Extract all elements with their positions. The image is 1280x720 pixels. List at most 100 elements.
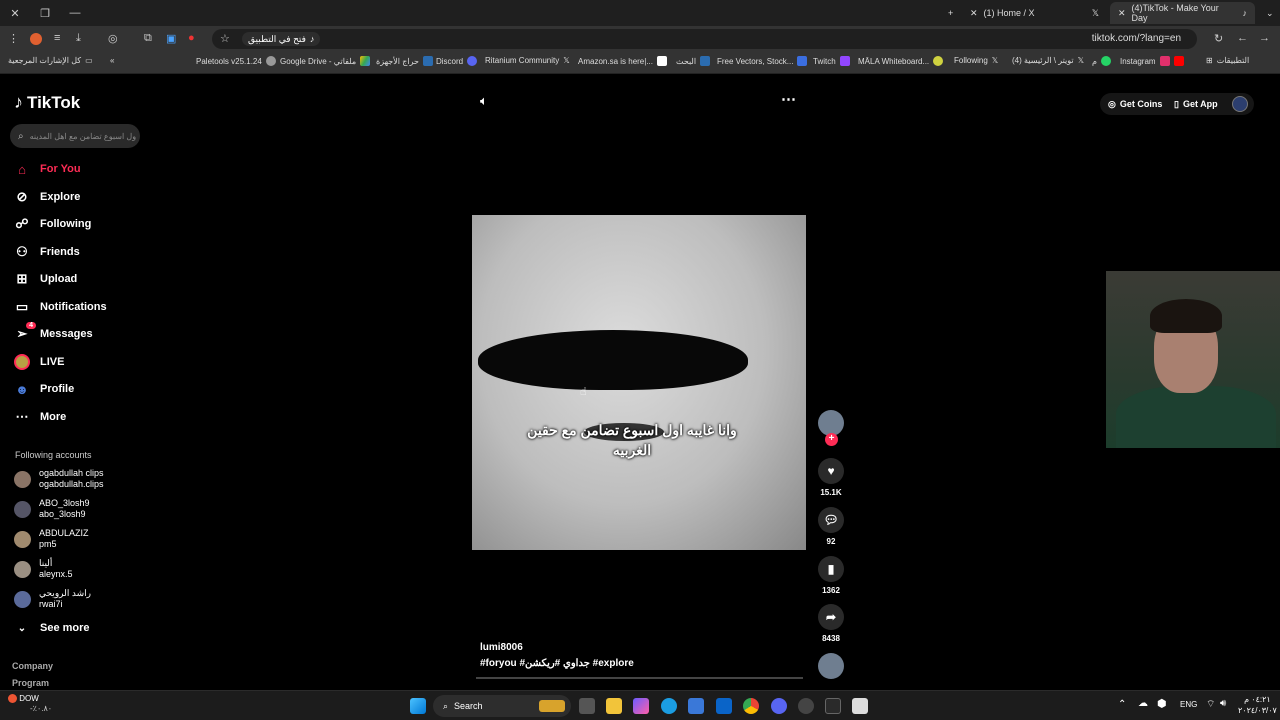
epic-games-icon[interactable] [825,698,841,714]
extension-red-icon[interactable]: ● [188,32,195,44]
discord-icon[interactable] [771,698,787,714]
bookmark-all[interactable]: كل الإشارات المرجعية ▭ [8,56,93,65]
share-button[interactable]: ➦ 8438 [818,604,844,643]
search-input[interactable]: ⌕ ول اسبوع تضامن مع اهل المدينه [10,124,140,148]
tab-tiktok[interactable]: ✕ (4)TikTok - Make Your Day ♪ [1110,2,1255,24]
video-progress-bar[interactable] [476,677,803,679]
tiktok-logo[interactable]: ♪ TikTok [14,92,80,113]
close-window-icon[interactable]: ✕ [0,0,30,26]
menu-dots-icon[interactable]: ⋮ [8,32,19,45]
bookmark-instagram[interactable]: Instagram [1120,56,1184,66]
bookmark-free-vectors[interactable]: Free Vectors, Stock... [717,56,808,66]
save-button[interactable]: ▮ 1362 [818,556,844,595]
tray-app-icon[interactable]: ⬢ [1157,697,1167,710]
edge-icon[interactable] [661,698,677,714]
user-avatar-button[interactable] [1226,93,1254,115]
follow-plus-icon[interactable]: + [825,433,838,446]
nav-following[interactable]: ☍ Following [14,216,91,232]
following-account[interactable]: راشد الرويحي rwai7i [14,588,91,610]
video-hashtags[interactable]: #foryou #جداوي #ريكشن #explore [480,658,634,669]
account-handle: rwai7i [39,599,63,609]
puzzle-icon[interactable]: ⧉ [144,32,152,45]
new-tab-button[interactable]: + [940,2,961,24]
screenshot-icon[interactable]: ◎ [108,32,118,45]
nav-explore[interactable]: ⊘ Explore [14,189,81,205]
comment-button[interactable]: 💬︎ 92 [818,507,844,546]
onedrive-icon[interactable]: ☁︎ [1138,698,1148,709]
nav-live[interactable]: LIVE [14,354,64,370]
bookmark-discord[interactable]: Discord [436,56,478,66]
volume-icon[interactable]: 🔈︎ [480,93,488,109]
file-explorer-icon[interactable] [606,698,622,714]
bookmark-amazon[interactable]: Amazon.sa is here|... [578,56,667,66]
copilot-icon[interactable] [633,698,649,714]
video-author[interactable]: lumi8006 [480,642,523,653]
nav-notifications[interactable]: ▭ Notifications [14,299,107,315]
following-account[interactable]: ABDULAZIZ pm5 [14,528,89,550]
creator-avatar-button[interactable]: + [818,410,844,446]
tab-search-icon[interactable]: ⌄ [1258,2,1280,24]
close-tab-icon[interactable]: ✕ [1118,8,1126,19]
snipping-tool-icon[interactable] [852,698,868,714]
omnibox[interactable]: ☆ فتح في التطبيق ♪ tiktok.com/?lang=en [212,29,1197,49]
bookmark-search[interactable]: البحث [676,56,711,66]
close-tab-icon[interactable]: ✕ [970,8,978,19]
bookmark-twitter-home[interactable]: (4) تويتر \ الرئيسية 𝕏 [1012,56,1084,65]
nav-for-you[interactable]: ⌂ For You [14,161,80,177]
reload-icon[interactable]: ↻ [1214,32,1223,45]
bookmark-star-icon[interactable]: ☆ [220,32,230,45]
twitch-icon [839,56,850,66]
minimize-window-icon[interactable]: — [60,0,90,26]
store-icon[interactable] [688,698,704,714]
see-more-button[interactable]: ⌄ See more [14,620,90,636]
tray-chevron-icon[interactable]: ⌃ [1118,699,1126,710]
bookmark-haraj[interactable]: حراج الأجهزة [376,56,433,66]
stock-widget[interactable]: DOW -٪٠.٨٠ [8,694,52,714]
clock[interactable]: ٠٤:٢١ م ٢٠٢٤/٠٣/٠٧ [1238,694,1277,716]
footer-company-link[interactable]: Company [12,661,53,671]
nav-more[interactable]: ⋯ More [14,409,67,425]
outlook-icon[interactable] [716,698,732,714]
extension-blue-icon[interactable]: ▣ [166,32,176,45]
volume-tray-icon[interactable]: 🔊︎ [1220,698,1226,709]
bookmark-whatsapp[interactable]: م [1092,56,1111,66]
bookmark-paletools[interactable]: Paletools v25.1.24 [196,56,276,66]
nav-profile[interactable]: ☻ Profile [14,381,74,397]
bookmark-apps[interactable]: ⊞ التطبيقات [1206,56,1249,65]
forward-icon[interactable]: → [1259,32,1270,44]
profile-avatar-icon[interactable] [30,33,42,45]
extensions-icon[interactable]: ≡ [54,32,60,44]
nav-friends[interactable]: ⚇ Friends [14,244,80,260]
restore-window-icon[interactable]: ❐ [30,0,60,26]
nav-upload[interactable]: ⊞ Upload [14,271,78,287]
get-app-button[interactable]: ▯ Get App [1166,93,1226,115]
taskbar-search[interactable]: ⌕ Search [433,695,571,717]
bookmark-twitch[interactable]: Twitch [813,56,850,66]
download-icon[interactable]: ⤓ [76,32,81,45]
obs-icon[interactable] [798,698,814,714]
bookmark-following[interactable]: Following 𝕏 [954,56,998,65]
windows-start-icon[interactable] [410,698,426,714]
mouse-cursor-icon: ☝︎ [580,386,587,398]
get-coins-button[interactable]: ◎ Get Coins [1100,93,1171,115]
video-player[interactable]: وانا غايبه اول اسبوع تضامن مع حقين الغرب… [472,215,806,550]
bookmark-google-drive[interactable]: Google Drive - ملفاتي [280,56,371,66]
bookmarks-overflow-icon[interactable]: « [110,56,114,65]
task-view-icon[interactable] [579,698,595,714]
language-indicator[interactable]: ENG [1180,700,1197,709]
nav-messages[interactable]: ➢ 4 Messages [14,322,93,342]
footer-program-link[interactable]: Program [12,678,49,688]
sound-disc-button[interactable] [818,653,844,683]
more-options-icon[interactable]: ⋯ [781,90,796,108]
following-account[interactable]: ABO_3losh9 abo_3losh9 [14,498,90,520]
following-account[interactable]: ألينا aleynx.5 [14,558,73,580]
like-button[interactable]: ♥ 15.1K [818,458,844,497]
bookmark-mala[interactable]: MĀLA Whiteboard... [858,56,944,66]
back-icon[interactable]: ← [1237,32,1248,44]
following-account[interactable]: ogabdullah clips ogabdullah.clips [14,468,104,490]
tab-x-home[interactable]: ✕ (1) Home / X 𝕏 [962,2,1107,24]
chrome-icon[interactable] [743,698,759,714]
wifi-icon[interactable]: ⌔ [1206,698,1215,711]
bookmark-ritanium[interactable]: Ritanium Community 𝕏 [485,56,570,65]
open-in-app-chip[interactable]: فتح في التطبيق ♪ [242,32,321,46]
